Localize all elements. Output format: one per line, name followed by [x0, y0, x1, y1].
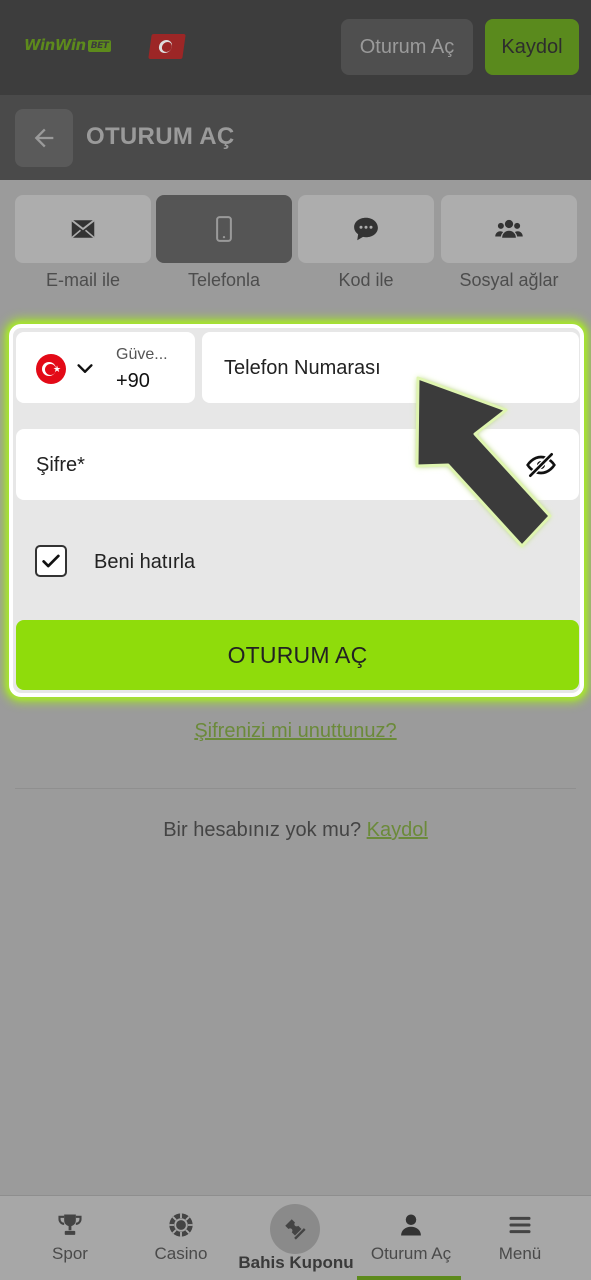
forgot-password-link[interactable]: Şifrenizi mi unuttunuz? — [0, 720, 591, 743]
tab-email-label: E-mail ile — [45, 270, 120, 290]
tab-email[interactable]: E-mail ile — [15, 195, 151, 295]
password-placeholder: Şifre* — [36, 454, 85, 476]
trophy-icon — [58, 1214, 82, 1235]
header-register-button[interactable]: Kaydol — [485, 19, 579, 75]
remember-me-checkbox[interactable] — [35, 545, 67, 577]
bottom-navigation: Spor Casino Bahis Kuponu Oturum Aç Menü — [0, 1195, 591, 1280]
tab-code[interactable]: Kod ile — [298, 195, 434, 295]
pointer-arrow-icon — [415, 376, 552, 548]
phone-number-placeholder: Telefon Numarası — [224, 357, 381, 379]
app-header: WinWin BET Oturum Aç Kaydol — [0, 0, 591, 95]
logo-badge: BET — [87, 39, 112, 52]
tab-code-label: Kod ile — [338, 270, 394, 290]
login-submit-button[interactable]: OTURUM AÇ — [16, 620, 579, 690]
turkey-flag-icon: ★ — [36, 354, 66, 384]
casino-chip-icon — [169, 1213, 193, 1237]
tab-social[interactable]: Sosyal ağlar — [441, 195, 577, 295]
nav-bet-slip-label: Bahis Kuponu — [238, 1253, 354, 1272]
no-account-prompt: Bir hesabınız yok mu? Kaydol — [0, 819, 591, 842]
page-titlebar: OTURUM AÇ — [0, 95, 591, 180]
phone-icon — [216, 216, 232, 242]
login-method-tabs: E-mail ile Telefonla Kod ile Sosyal ağla… — [0, 195, 591, 295]
nav-menu-label: Menü — [498, 1244, 542, 1263]
nav-sports-label: Spor — [52, 1244, 88, 1263]
menu-icon — [509, 1216, 531, 1234]
header-login-button[interactable]: Oturum Aç — [341, 19, 473, 75]
user-icon — [401, 1214, 421, 1236]
country-dial-code: +90 — [116, 370, 150, 392]
nav-menu[interactable]: Menü — [461, 1196, 579, 1280]
country-code-selector[interactable]: ★ Güve... +90 — [16, 332, 195, 403]
brand-logo[interactable]: WinWin BET — [24, 36, 112, 54]
checkmark-icon — [42, 554, 60, 568]
country-name: Güve... — [116, 346, 168, 363]
arrow-left-icon — [34, 128, 54, 148]
nav-casino[interactable]: Casino — [122, 1196, 240, 1280]
no-account-text: Bir hesabınız yok mu? — [163, 819, 362, 841]
envelope-icon — [71, 219, 95, 239]
nav-login[interactable]: Oturum Aç — [352, 1196, 470, 1280]
nav-casino-label: Casino — [154, 1244, 208, 1263]
logo-text: WinWin — [24, 36, 86, 54]
page-title: OTURUM AÇ — [86, 123, 235, 150]
chevron-down-icon — [77, 364, 93, 373]
ticket-icon — [285, 1219, 306, 1240]
nav-login-label: Oturum Aç — [370, 1244, 452, 1263]
tab-phone[interactable]: Telefonla — [156, 195, 292, 295]
nav-bet-slip[interactable]: Bahis Kuponu — [237, 1196, 355, 1280]
divider — [15, 788, 576, 789]
nav-sports[interactable]: Spor — [11, 1196, 129, 1280]
users-icon — [495, 219, 523, 238]
back-button[interactable] — [15, 109, 73, 167]
register-link[interactable]: Kaydol — [367, 819, 428, 841]
turkey-flag-icon[interactable] — [148, 34, 186, 59]
tab-social-label: Sosyal ağlar — [459, 270, 559, 290]
chat-icon — [354, 217, 378, 241]
tab-phone-label: Telefonla — [187, 270, 261, 290]
remember-me-label[interactable]: Beni hatırla — [94, 551, 195, 574]
